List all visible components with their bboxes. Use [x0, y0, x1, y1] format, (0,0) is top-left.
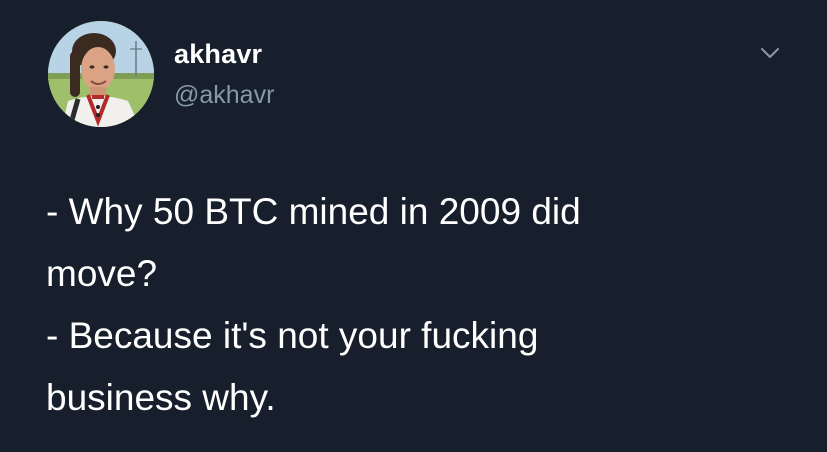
avatar-photo-icon — [48, 21, 154, 127]
tweet-text-line: move? — [46, 253, 158, 294]
tweet-text-line: - Because it's not your fucking — [46, 315, 539, 356]
tweet-text-line: business why. — [46, 377, 276, 418]
author-avatar[interactable] — [48, 21, 154, 127]
tweet-text-line: - Why 50 BTC mined in 2009 did — [46, 191, 581, 232]
author-handle[interactable]: @akhavr — [174, 80, 274, 110]
tweet-text: - Why 50 BTC mined in 2009 did move? - B… — [46, 181, 786, 429]
chevron-down-icon — [761, 48, 779, 58]
author-display-name[interactable]: akhavr — [174, 38, 262, 70]
tweet-menu-button[interactable] — [756, 43, 784, 63]
tweet-card: akhavr @akhavr - Why 50 BTC mined in 200… — [0, 0, 827, 452]
